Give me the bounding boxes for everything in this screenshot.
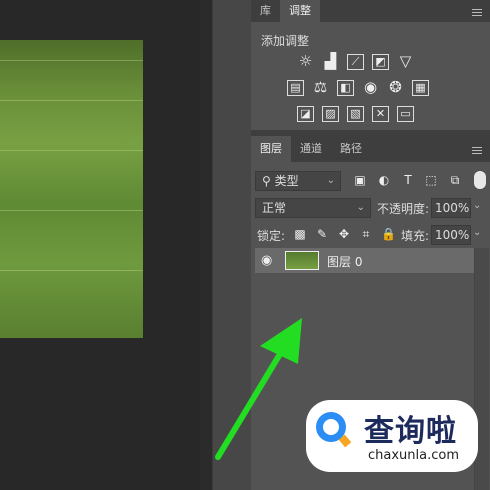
watermark-url: chaxunla.com (368, 448, 459, 463)
watermark-logo: 查询啦 chaxunla.com (306, 400, 478, 472)
watermark-brand: 查询啦 (364, 414, 457, 449)
search-logo-icon (316, 412, 346, 442)
